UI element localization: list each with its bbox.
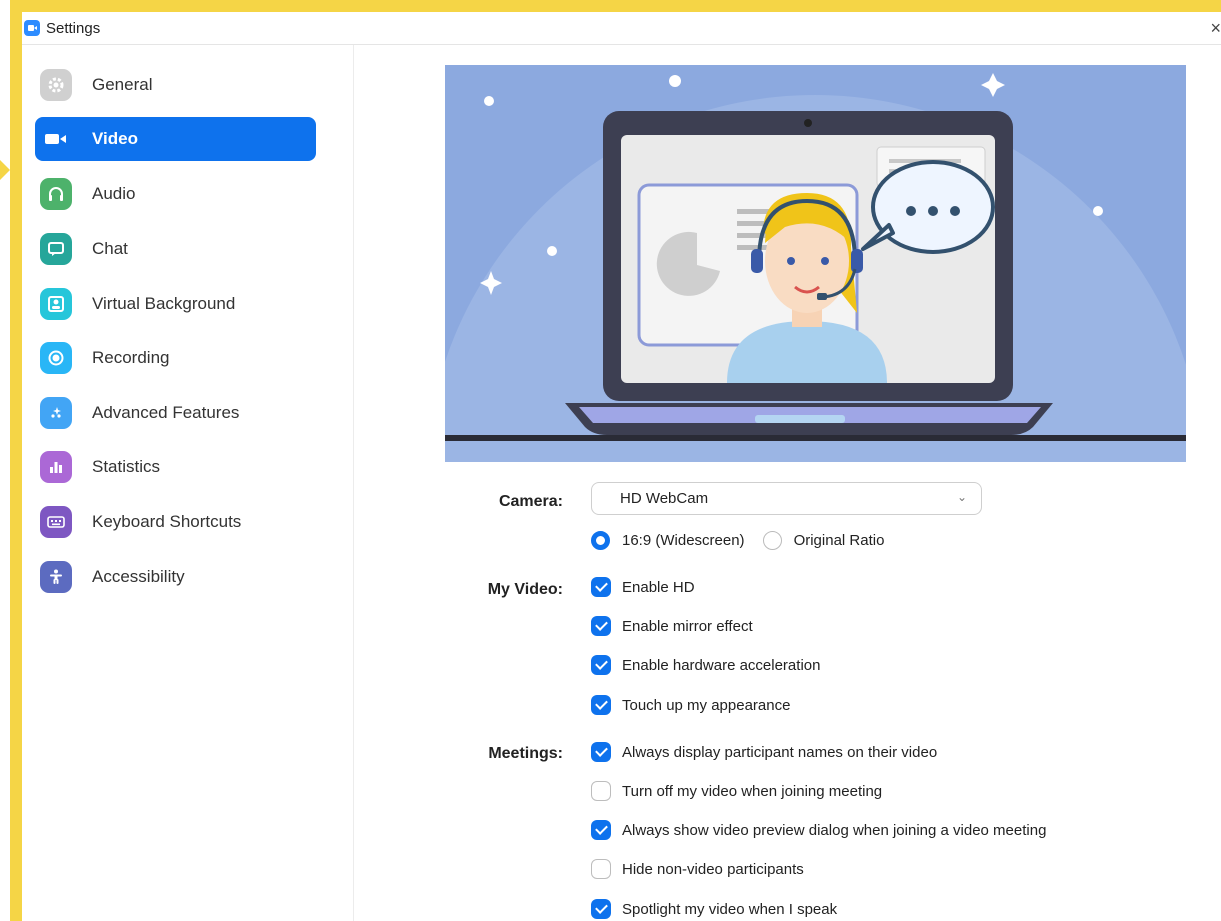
- bar-chart-icon: [40, 451, 72, 483]
- sidebar-item-label: Accessibility: [92, 567, 185, 586]
- checkbox-row[interactable]: Enable HD: [591, 577, 695, 597]
- sidebar-item-label: Audio: [92, 184, 136, 203]
- checkbox-label: Always display participant names on thei…: [622, 743, 938, 761]
- checkbox-row[interactable]: Always show video preview dialog when jo…: [591, 820, 1046, 840]
- checkbox-video-preview[interactable]: [591, 820, 611, 840]
- checkbox-display-names[interactable]: [591, 742, 611, 762]
- sidebar-item-recording[interactable]: Recording: [35, 336, 316, 380]
- chat-bubble-icon: [40, 233, 72, 265]
- chevron-down-icon: ⌄: [956, 490, 967, 504]
- meetings-label: Meetings:: [488, 745, 563, 762]
- zoom-app-icon: [24, 20, 40, 36]
- sidebar-item-statistics[interactable]: Statistics: [35, 445, 316, 489]
- highlight-frame-left: [10, 0, 22, 921]
- sidebar-item-label: Recording: [92, 348, 170, 367]
- sidebar-item-label: Statistics: [92, 457, 161, 476]
- checkbox-touch-up[interactable]: [591, 695, 611, 715]
- keyboard-icon: [40, 506, 72, 538]
- sidebar-item-general[interactable]: General: [35, 63, 316, 107]
- checkbox-row[interactable]: Touch up my appearance: [591, 695, 790, 715]
- checkbox-label: Enable hardware acceleration: [622, 656, 821, 674]
- checkbox-label: Always show video preview dialog when jo…: [622, 821, 1047, 839]
- settings-window: Settings × General Video Audio Chat Virt…: [0, 0, 1221, 921]
- ratio-options: 16:9 (Widescreen) Original Ratio: [591, 531, 884, 550]
- checkbox-label: Enable HD: [622, 578, 695, 596]
- radio-widescreen-label: 16:9 (Widescreen): [622, 532, 745, 549]
- video-camera-icon: [40, 123, 72, 155]
- headphones-icon: [40, 178, 72, 210]
- settings-sidebar: General Video Audio Chat Virtual Backgro…: [22, 45, 354, 921]
- checkbox-row[interactable]: Hide non-video participants: [591, 859, 804, 879]
- sidebar-item-label: Virtual Background: [92, 294, 236, 313]
- checkbox-row[interactable]: Always display participant names on thei…: [591, 742, 937, 762]
- checkbox-label: Spotlight my video when I speak: [622, 900, 838, 918]
- sidebar-item-label: Chat: [92, 239, 128, 258]
- sidebar-item-label: General: [92, 75, 153, 94]
- my-video-label: My Video:: [487, 581, 563, 598]
- checkbox-label: Turn off my video when joining meeting: [622, 782, 883, 800]
- checkbox-row[interactable]: Enable hardware acceleration: [591, 655, 820, 675]
- camera-label: Camera:: [498, 493, 563, 510]
- camera-select[interactable]: HD WebCam ⌄: [591, 482, 982, 515]
- sidebar-item-chat[interactable]: Chat: [35, 227, 316, 271]
- sidebar-item-label: Advanced Features: [92, 403, 240, 422]
- sparkle-icon: [40, 397, 72, 429]
- sidebar-item-advanced-features[interactable]: Advanced Features: [35, 391, 316, 435]
- checkbox-label: Touch up my appearance: [622, 696, 791, 714]
- person-frame-icon: [40, 288, 72, 320]
- checkbox-row[interactable]: Turn off my video when joining meeting: [591, 781, 882, 801]
- checkbox-row[interactable]: Enable mirror effect: [591, 616, 753, 636]
- video-settings-panel: Camera: HD WebCam ⌄ 16:9 (Widescreen) Or…: [355, 45, 1221, 921]
- camera-select-value: HD WebCam: [620, 490, 709, 507]
- record-icon: [40, 342, 72, 374]
- sidebar-item-label: Video: [92, 129, 138, 148]
- title-bar: Settings ×: [22, 12, 1221, 45]
- radio-widescreen[interactable]: [591, 531, 610, 550]
- checkbox-label: Enable mirror effect: [622, 617, 753, 635]
- highlight-frame-top: [10, 0, 1221, 12]
- radio-original-ratio-label: Original Ratio: [793, 532, 885, 549]
- checkbox-spotlight[interactable]: [591, 899, 611, 919]
- sidebar-item-label: Keyboard Shortcuts: [92, 512, 242, 531]
- sidebar-item-video[interactable]: Video: [35, 117, 316, 161]
- checkbox-hardware-acceleration[interactable]: [591, 655, 611, 675]
- accessibility-icon: [40, 561, 72, 593]
- radio-original-ratio[interactable]: [762, 531, 782, 550]
- checkbox-enable-hd[interactable]: [591, 577, 611, 597]
- highlight-arrow-icon: [0, 160, 10, 180]
- checkbox-mirror-effect[interactable]: [591, 616, 611, 636]
- close-icon[interactable]: ×: [1210, 18, 1221, 39]
- checkbox-turn-off-video[interactable]: [591, 781, 611, 801]
- gear-icon: [40, 69, 72, 101]
- checkbox-hide-non-video[interactable]: [591, 859, 611, 879]
- sidebar-item-audio[interactable]: Audio: [35, 172, 316, 216]
- sidebar-item-virtual-background[interactable]: Virtual Background: [35, 282, 316, 326]
- sidebar-item-accessibility[interactable]: Accessibility: [35, 555, 316, 599]
- video-preview-illustration: [445, 65, 1186, 462]
- sidebar-item-keyboard-shortcuts[interactable]: Keyboard Shortcuts: [35, 500, 316, 544]
- checkbox-label: Hide non-video participants: [622, 860, 804, 878]
- window-title: Settings: [46, 19, 101, 37]
- checkbox-row[interactable]: Spotlight my video when I speak: [591, 899, 837, 919]
